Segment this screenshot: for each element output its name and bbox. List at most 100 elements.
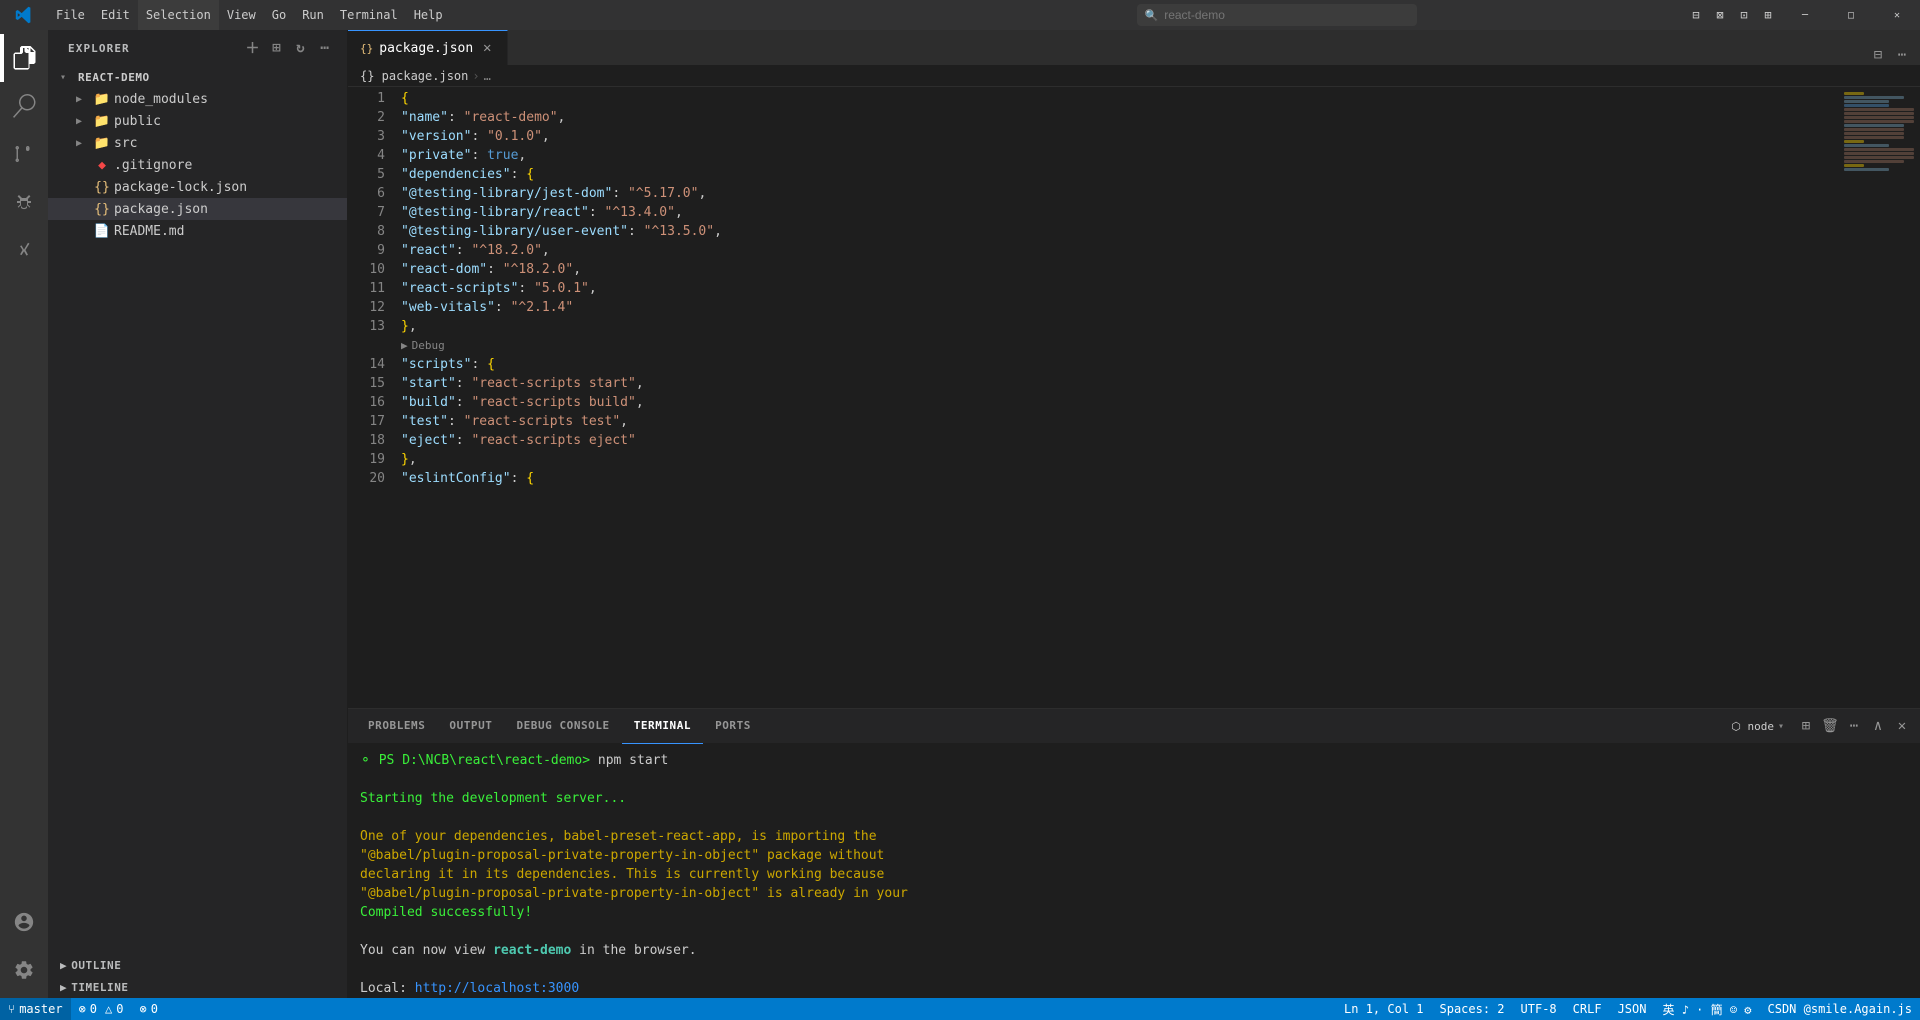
maximize-button[interactable]: □ bbox=[1828, 0, 1874, 30]
tree-item-readme[interactable]: ▶ 📄 README.md bbox=[48, 220, 347, 242]
terminal-info: Starting the development server... bbox=[360, 791, 626, 806]
layout-btn-4[interactable]: ⊞ bbox=[1758, 5, 1778, 25]
layout-btn-1[interactable]: ⊟ bbox=[1686, 5, 1706, 25]
terminal-view-text-2: in the browser. bbox=[571, 943, 696, 958]
outline-arrow: ▶ bbox=[60, 959, 67, 972]
sidebar-timeline[interactable]: ▶ TIMELINE bbox=[48, 976, 347, 998]
tree-item-gitignore[interactable]: ▶ ◆ .gitignore bbox=[48, 154, 347, 176]
terminal-warn-3: declaring it in its dependencies. This i… bbox=[360, 866, 1908, 884]
info-icon: ⊗ bbox=[140, 1002, 147, 1016]
breadcrumb: {} package.json › … bbox=[348, 65, 1920, 87]
warning-icon: △ bbox=[105, 1002, 112, 1016]
activity-account[interactable] bbox=[0, 898, 48, 946]
tree-root[interactable]: ▾ REACT-DEMO bbox=[48, 66, 347, 88]
layout-btn-3[interactable]: ⊡ bbox=[1734, 5, 1754, 25]
new-file-btn[interactable]: ＋ bbox=[243, 38, 263, 58]
more-panel-actions-btn[interactable]: ⋯ bbox=[1844, 716, 1864, 736]
json-icon: {} bbox=[94, 179, 110, 195]
search-input[interactable] bbox=[1164, 8, 1408, 22]
code-line-20: "eslintConfig": { bbox=[393, 469, 1840, 488]
panel-actions: ⬡ node ▾ ⊞ 🗑 ⋯ ∧ ✕ bbox=[1723, 716, 1912, 736]
menu-selection[interactable]: Selection bbox=[138, 0, 219, 30]
menu-edit[interactable]: Edit bbox=[93, 0, 138, 30]
status-ime[interactable]: 英 ♪ · 簡 ☺ ⚙ bbox=[1654, 998, 1759, 1020]
tab-output[interactable]: OUTPUT bbox=[437, 709, 504, 744]
menu-help[interactable]: Help bbox=[406, 0, 451, 30]
layout-btn-2[interactable]: ⊠ bbox=[1710, 5, 1730, 25]
status-ln-col[interactable]: Ln 1, Col 1 bbox=[1336, 998, 1431, 1020]
menu-run[interactable]: Run bbox=[294, 0, 332, 30]
tree-label: public bbox=[114, 114, 161, 129]
code-line-9: "react": "^18.2.0", bbox=[393, 241, 1840, 260]
breadcrumb-file[interactable]: {} package.json bbox=[360, 69, 468, 83]
sidebar-header: Explorer ＋ ⊞ ↻ ⋯ bbox=[48, 30, 347, 66]
status-errors[interactable]: ⊗ 0 △ 0 bbox=[71, 998, 132, 1020]
activity-source-control[interactable] bbox=[0, 130, 48, 178]
activity-search[interactable] bbox=[0, 82, 48, 130]
terminal-view-text: You can now view bbox=[360, 943, 493, 958]
code-line-6: "@testing-library/jest-dom": "^5.17.0", bbox=[393, 184, 1840, 203]
menu-go[interactable]: Go bbox=[264, 0, 294, 30]
kill-terminal-btn[interactable]: 🗑 bbox=[1820, 716, 1840, 736]
tree-item-package-json[interactable]: ▶ {} package.json bbox=[48, 198, 347, 220]
minimize-button[interactable]: ─ bbox=[1782, 0, 1828, 30]
split-editor-btn[interactable]: ⊟ bbox=[1868, 45, 1888, 65]
tab-close-btn[interactable]: ✕ bbox=[479, 40, 495, 56]
new-folder-btn[interactable]: ⊞ bbox=[267, 38, 287, 58]
status-eol[interactable]: CRLF bbox=[1565, 998, 1610, 1020]
breadcrumb-path[interactable]: … bbox=[484, 69, 491, 83]
tab-ports[interactable]: PORTS bbox=[703, 709, 763, 744]
activity-settings[interactable] bbox=[0, 946, 48, 994]
activity-extensions[interactable] bbox=[0, 226, 48, 274]
menu-view[interactable]: View bbox=[219, 0, 264, 30]
status-right: Ln 1, Col 1 Spaces: 2 UTF-8 CRLF JSON 英 … bbox=[1336, 998, 1920, 1020]
split-terminal-btn[interactable]: ⊞ bbox=[1796, 716, 1816, 736]
spaces-text: Spaces: 2 bbox=[1440, 1002, 1505, 1016]
tab-package-json[interactable]: {} package.json ✕ bbox=[348, 30, 508, 65]
panel-close-btn[interactable]: ✕ bbox=[1892, 716, 1912, 736]
activity-explorer[interactable] bbox=[0, 34, 48, 82]
terminal-local-url[interactable]: http://localhost:3000 bbox=[415, 981, 579, 996]
status-remote[interactable]: CSDN @smile.Again.js bbox=[1760, 998, 1920, 1020]
sidebar-outline[interactable]: ▶ OUTLINE bbox=[48, 954, 347, 976]
menu-file[interactable]: File bbox=[48, 0, 93, 30]
tree-item-package-lock[interactable]: ▶ {} package-lock.json bbox=[48, 176, 347, 198]
folder-icon: 📁 bbox=[94, 113, 110, 129]
title-bar: File Edit Selection View Go Run Terminal… bbox=[0, 0, 1920, 30]
collapse-btn[interactable]: ⋯ bbox=[315, 38, 335, 58]
code-content[interactable]: { "name": "react-demo", "version": "0.1.… bbox=[393, 87, 1840, 708]
breadcrumb-sep: › bbox=[472, 69, 479, 83]
terminal-content[interactable]: ⚬ PS D:\NCB\react\react-demo> npm start … bbox=[348, 744, 1920, 998]
close-button[interactable]: ✕ bbox=[1874, 0, 1920, 30]
panel-collapse-btn[interactable]: ∧ bbox=[1868, 716, 1888, 736]
terminal-blank-3 bbox=[360, 923, 1908, 941]
tree-item-public[interactable]: ▶ 📁 public bbox=[48, 110, 347, 132]
tab-terminal[interactable]: TERMINAL bbox=[622, 709, 703, 744]
status-git-branch[interactable]: ⑂ master bbox=[0, 998, 71, 1020]
arrow-icon: ▶ bbox=[76, 138, 90, 149]
terminal-blank-1 bbox=[360, 771, 1908, 789]
activity-bottom bbox=[0, 898, 48, 998]
tree-label: package.json bbox=[114, 202, 208, 217]
tab-debug-console[interactable]: DEBUG CONSOLE bbox=[504, 709, 621, 744]
terminal-starting: Starting the development server... bbox=[360, 790, 1908, 808]
terminal-warning: One of your dependencies, babel-preset-r… bbox=[360, 829, 877, 844]
tree-item-node-modules[interactable]: ▶ 📁 node_modules bbox=[48, 88, 347, 110]
panel-tabs: PROBLEMS OUTPUT DEBUG CONSOLE TERMINAL P… bbox=[348, 709, 1920, 744]
tree-item-src[interactable]: ▶ 📁 src bbox=[48, 132, 347, 154]
search-input-container[interactable]: 🔍 bbox=[1137, 4, 1417, 26]
code-line-10: "react-dom": "^18.2.0", bbox=[393, 260, 1840, 279]
status-spaces[interactable]: Spaces: 2 bbox=[1432, 998, 1513, 1020]
status-language[interactable]: JSON bbox=[1610, 998, 1655, 1020]
code-line-8: "@testing-library/user-event": "^13.5.0"… bbox=[393, 222, 1840, 241]
tab-problems[interactable]: PROBLEMS bbox=[356, 709, 437, 744]
refresh-btn[interactable]: ↻ bbox=[291, 38, 311, 58]
menu-terminal[interactable]: Terminal bbox=[332, 0, 406, 30]
status-encoding[interactable]: UTF-8 bbox=[1513, 998, 1565, 1020]
terminal-blank-2 bbox=[360, 809, 1908, 827]
activity-debug[interactable] bbox=[0, 178, 48, 226]
code-editor[interactable]: 1 2 3 4 5 6 7 8 9 10 11 12 13 14 15 16 1… bbox=[348, 87, 1920, 708]
more-tab-actions-btn[interactable]: ⋯ bbox=[1892, 45, 1912, 65]
status-info-count[interactable]: ⊗ 0 bbox=[132, 998, 166, 1020]
code-line-16: "build": "react-scripts build", bbox=[393, 393, 1840, 412]
